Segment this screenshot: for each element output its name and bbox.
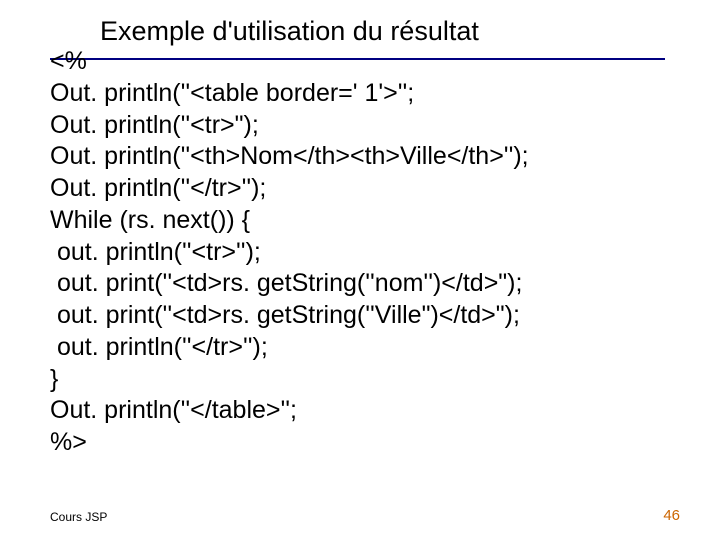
code-block: <% Out. println(''<table border=' 1'>'';…: [50, 46, 529, 459]
slide-title: Exemple d'utilisation du résultat: [100, 16, 479, 47]
slide: Exemple d'utilisation du résultat <% Out…: [0, 0, 720, 540]
footer-course: Cours JSP: [50, 510, 107, 524]
footer-page-number: 46: [663, 507, 680, 524]
